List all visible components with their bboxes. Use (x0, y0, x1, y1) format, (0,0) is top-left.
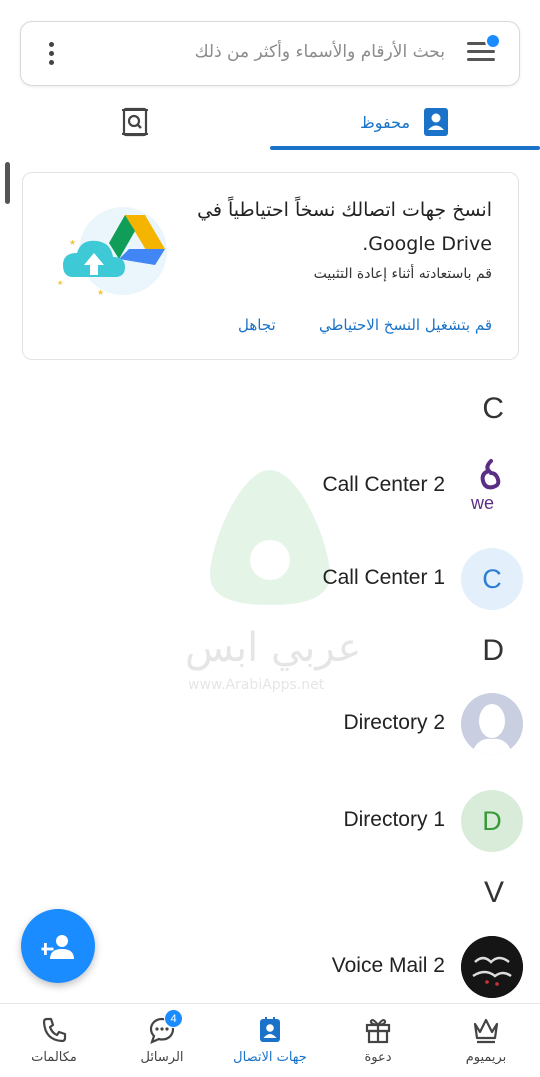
dismiss-button[interactable]: تجاهل (238, 316, 276, 334)
we-logo-icon: we (470, 459, 501, 513)
nav-calls-label: مكالمات (31, 1050, 77, 1065)
contact-photo-icon (461, 936, 523, 998)
nav-calls[interactable]: مكالمات (0, 1014, 108, 1074)
person-silhouette-icon (461, 693, 523, 755)
contact-name: Call Center 2 (322, 473, 445, 496)
nav-messages-label: الرسائل (140, 1050, 184, 1065)
cloud-drive-illustration-icon: ★ ★ ★ (57, 207, 167, 297)
backup-card: انسخ جهات اتصالك نسخاً احتياطياً في Goog… (22, 172, 519, 360)
section-letter-d: D (482, 634, 504, 667)
notification-dot (485, 33, 501, 49)
nav-premium[interactable]: بريميوم (432, 1014, 540, 1074)
nav-invite-label: دعوة (364, 1050, 392, 1065)
nav-invite[interactable]: دعوة (324, 1014, 432, 1074)
avatar-letter: D (461, 790, 523, 852)
contact-row[interactable]: Directory 2 (0, 691, 540, 761)
backup-card-title: انسخ جهات اتصالك نسخاً احتياطياً في Goog… (197, 199, 492, 255)
phone-icon (42, 1017, 67, 1043)
avatar-default-silhouette (461, 693, 523, 755)
contact-row[interactable]: D Directory 1 (0, 788, 540, 858)
contacts-icon (260, 1017, 280, 1042)
contact-name: Directory 2 (343, 711, 445, 734)
svg-text:★: ★ (69, 238, 76, 247)
add-contact-button[interactable] (21, 909, 95, 983)
tab-search-contacts[interactable] (0, 94, 270, 150)
search-bar[interactable]: بحث الأرقام والأسماء وأكثر من ذلك (20, 21, 520, 86)
contact-name: Directory 1 (343, 808, 445, 831)
add-contact-icon (41, 935, 74, 959)
messages-badge: 4 (164, 1009, 183, 1028)
svg-text:we: we (470, 493, 494, 513)
nav-premium-label: بريميوم (465, 1050, 507, 1065)
search-input[interactable]: بحث الأرقام والأسماء وأكثر من ذلك (195, 42, 445, 62)
contact-tabs: محفوظ (0, 94, 540, 150)
enable-backup-button[interactable]: قم بتشغيل النسخ الاحتياطي (319, 316, 492, 334)
avatar-photo (461, 936, 523, 998)
tab-saved-label: محفوظ (359, 112, 411, 132)
active-tab-indicator (270, 146, 540, 150)
section-letter-v: V (483, 876, 504, 909)
avatar-letter: C (461, 548, 523, 610)
gift-icon (365, 1019, 391, 1044)
tab-saved[interactable]: محفوظ (270, 94, 540, 150)
contact-row[interactable]: we Call Center 2 (0, 453, 540, 523)
contact-row[interactable]: C Call Center 1 (0, 546, 540, 616)
scroll-handle[interactable] (5, 162, 10, 204)
nav-contacts[interactable]: جهات الاتصال (216, 1014, 324, 1074)
contact-card-icon (424, 108, 449, 136)
nav-messages[interactable]: 4 الرسائل (108, 1009, 216, 1074)
svg-text:★: ★ (57, 279, 63, 287)
contact-name: Voice Mail 2 (331, 954, 445, 977)
crown-icon (473, 1018, 499, 1044)
nav-contacts-label: جهات الاتصال (233, 1050, 307, 1065)
backup-card-subtitle: قم باستعادته أثناء إعادة التثبيت (313, 266, 492, 282)
avatar-we-logo: we (461, 455, 523, 517)
svg-text:★: ★ (97, 288, 104, 297)
bottom-navigation: بريميوم دعوة جهات الاتصال 4 الرسائل مكال… (0, 1003, 540, 1077)
more-options-icon[interactable] (49, 42, 55, 68)
contact-name: Call Center 1 (322, 566, 445, 589)
watermark-text: عربي ابس (185, 625, 362, 671)
contact-search-icon (122, 107, 148, 137)
section-letter-c: C (482, 392, 504, 425)
